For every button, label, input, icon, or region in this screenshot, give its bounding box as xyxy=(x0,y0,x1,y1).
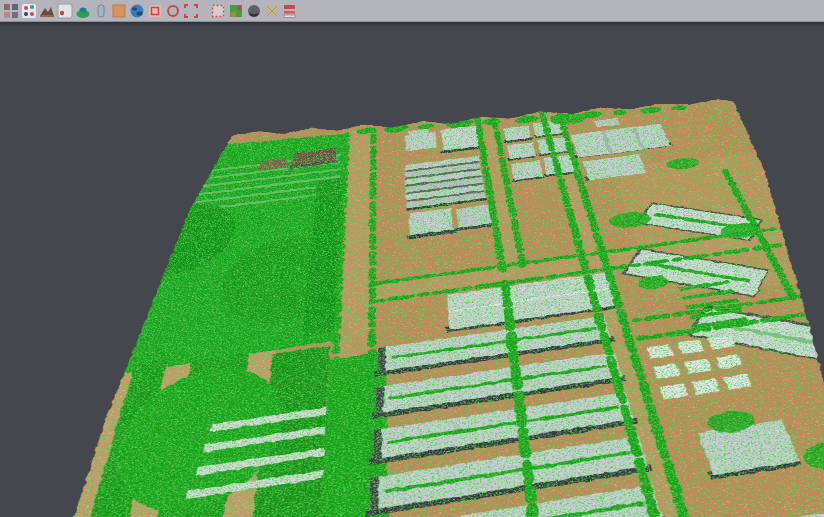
column-view-icon[interactable] xyxy=(93,3,109,19)
rect-select-icon[interactable] xyxy=(183,3,199,19)
measure-cross-icon[interactable] xyxy=(264,3,280,19)
profile-layers-icon[interactable] xyxy=(282,3,298,19)
viewport-top-shadow xyxy=(0,22,824,27)
grid-overlay-icon[interactable] xyxy=(210,3,226,19)
toolbar xyxy=(0,0,824,22)
terrain-model-icon[interactable] xyxy=(39,3,55,19)
image-mosaic-icon[interactable] xyxy=(3,3,19,19)
point-cloud-scene xyxy=(0,90,824,517)
vegetation-layer-icon[interactable] xyxy=(75,3,91,19)
classified-map-icon[interactable] xyxy=(228,3,244,19)
terrain-svg xyxy=(0,90,824,517)
ortho-layer-icon[interactable] xyxy=(111,3,127,19)
circle-select-icon[interactable] xyxy=(165,3,181,19)
viewport-3d[interactable] xyxy=(0,22,824,517)
sparse-points-icon[interactable] xyxy=(57,3,73,19)
sphere-render-icon[interactable] xyxy=(246,3,262,19)
color-points-icon[interactable] xyxy=(21,3,37,19)
globe-view-icon[interactable] xyxy=(129,3,145,19)
application-window xyxy=(0,0,824,517)
clip-frame-icon[interactable] xyxy=(147,3,163,19)
